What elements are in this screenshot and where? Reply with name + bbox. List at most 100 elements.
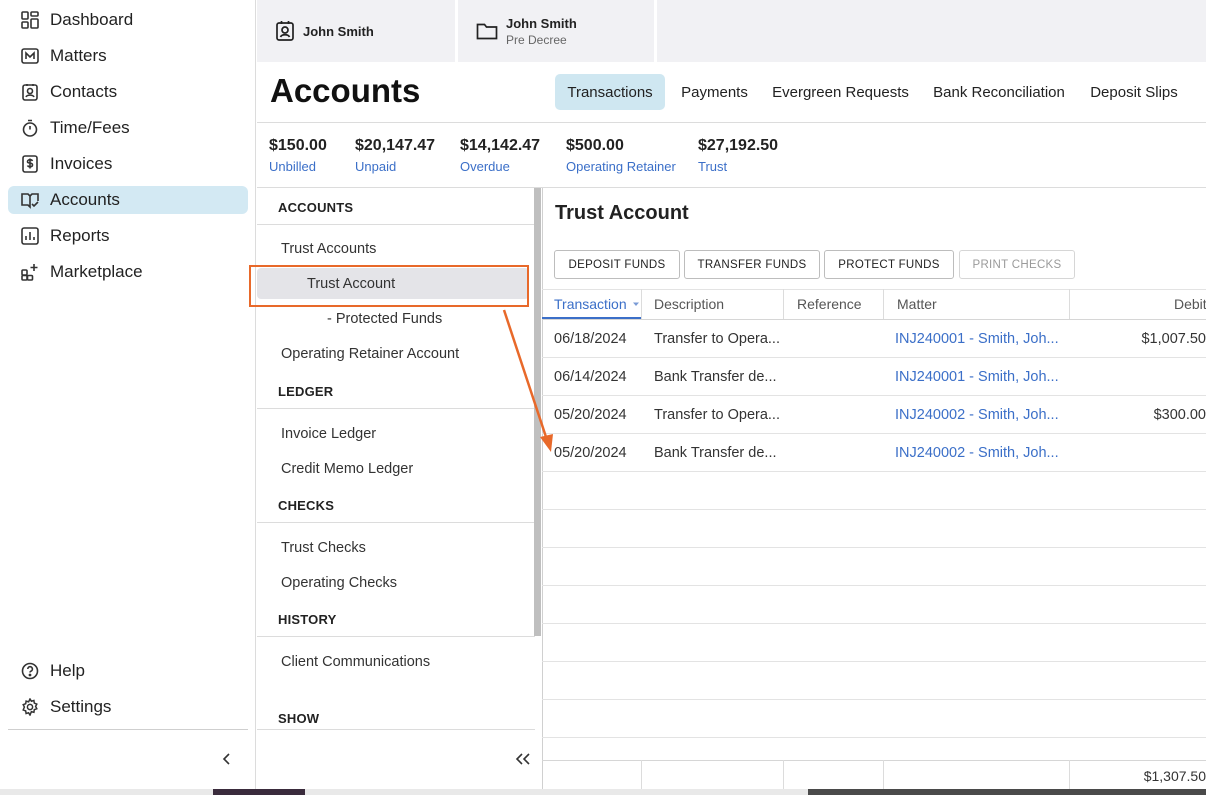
tree-item-operating-retainer[interactable]: Operating Retainer Account xyxy=(281,346,459,362)
tree-item-credit-memo-ledger[interactable]: Credit Memo Ledger xyxy=(281,461,413,477)
tree-item-client-communications[interactable]: Client Communications xyxy=(281,654,430,670)
tree-item-invoice-ledger[interactable]: Invoice Ledger xyxy=(281,426,376,442)
transfer-funds-button[interactable]: TRANSFER FUNDS xyxy=(684,250,820,279)
section-heading-history: HISTORY xyxy=(278,612,337,627)
sidebar-item-marketplace[interactable]: Marketplace xyxy=(8,258,248,286)
sidebar-item-invoices[interactable]: Invoices xyxy=(8,150,248,178)
context-tab-title: John Smith xyxy=(506,15,577,31)
sidebar-item-label: Reports xyxy=(50,226,110,245)
collapse-tree-button[interactable] xyxy=(512,749,534,769)
row-divider xyxy=(542,661,1206,662)
table-cell-date: 06/18/2024 xyxy=(554,331,627,347)
total-debit: $1,307.50 xyxy=(1143,768,1206,784)
column-header-transaction[interactable]: Transaction xyxy=(554,289,640,319)
context-tab-subtitle: Pre Decree xyxy=(506,32,567,47)
tree-item-trust-accounts[interactable]: Trust Accounts xyxy=(281,241,376,257)
stat-trust[interactable]: $27,192.50 Trust xyxy=(698,137,778,174)
double-chevron-left-icon xyxy=(515,753,530,765)
protect-funds-button[interactable]: PROTECT FUNDS xyxy=(824,250,954,279)
divider xyxy=(257,408,535,409)
tab-bank-reconciliation[interactable]: Bank Reconciliation xyxy=(925,74,1073,110)
taskbar-segment xyxy=(808,789,1206,795)
column-separator xyxy=(883,760,884,789)
table-cell-debit: $1,007.50 xyxy=(1141,331,1206,347)
table-cell-description: Transfer to Opera... xyxy=(654,331,780,347)
column-separator xyxy=(641,289,642,319)
taskbar-strip xyxy=(0,789,1206,795)
divider xyxy=(257,636,535,637)
column-separator xyxy=(1069,289,1070,319)
sidebar-item-settings[interactable]: Settings xyxy=(8,693,248,721)
sidebar-item-reports[interactable]: Reports xyxy=(8,222,248,250)
sidebar-item-label: Time/Fees xyxy=(50,118,130,137)
stat-operating-retainer[interactable]: $500.00 Operating Retainer xyxy=(566,137,676,174)
tab-deposit-slips[interactable]: Deposit Slips xyxy=(1081,74,1187,110)
sidebar-item-matters[interactable]: Matters xyxy=(8,42,248,70)
column-header-reference[interactable]: Reference xyxy=(797,289,862,319)
divider xyxy=(257,122,1206,123)
stat-value: $500.00 xyxy=(566,137,624,154)
deposit-funds-button[interactable]: DEPOSIT FUNDS xyxy=(554,250,680,279)
column-separator xyxy=(783,289,784,319)
print-checks-button[interactable]: PRINT CHECKS xyxy=(959,250,1075,279)
tree-item-trust-checks[interactable]: Trust Checks xyxy=(281,540,366,556)
column-header-description[interactable]: Description xyxy=(654,289,724,319)
row-divider xyxy=(542,395,1206,396)
stat-value: $14,142.47 xyxy=(460,137,541,154)
dollar-document-icon xyxy=(20,154,40,174)
section-heading-accounts: ACCOUNTS xyxy=(278,200,354,215)
stat-label: Operating Retainer xyxy=(566,159,676,174)
table-cell-description: Bank Transfer de... xyxy=(654,369,777,385)
divider xyxy=(257,224,535,225)
collapse-sidebar-button[interactable] xyxy=(216,748,238,770)
context-tab-title: John Smith xyxy=(303,23,374,39)
tree-item-operating-checks[interactable]: Operating Checks xyxy=(281,575,397,591)
tab-evergreen-requests[interactable]: Evergreen Requests xyxy=(764,74,917,110)
sidebar-item-contacts[interactable]: Contacts xyxy=(8,78,248,106)
sidebar: Dashboard Matters Contacts Time/Fees Inv… xyxy=(0,0,256,795)
stat-value: $20,147.47 xyxy=(355,137,436,154)
stat-overdue[interactable]: $14,142.47 Overdue xyxy=(460,137,540,174)
sidebar-item-accounts[interactable]: Accounts xyxy=(8,186,248,214)
section-heading-ledger: LEDGER xyxy=(278,384,334,399)
table-cell-description: Transfer to Opera... xyxy=(654,407,780,423)
table-cell-matter-link[interactable]: INJ240001 - Smith, Joh... xyxy=(895,369,1059,385)
tab-separator xyxy=(654,0,657,62)
folder-icon xyxy=(476,21,498,41)
contact-card-icon xyxy=(275,20,295,42)
sidebar-item-label: Matters xyxy=(50,46,107,65)
sidebar-item-dashboard[interactable]: Dashboard xyxy=(8,6,248,34)
sidebar-item-help[interactable]: Help xyxy=(8,657,248,685)
stat-unbilled[interactable]: $150.00 Unbilled xyxy=(269,137,327,174)
stat-unpaid[interactable]: $20,147.47 Unpaid xyxy=(355,137,435,174)
row-divider xyxy=(542,547,1206,548)
tab-payments[interactable]: Payments xyxy=(673,74,756,110)
sidebar-item-time-fees[interactable]: Time/Fees xyxy=(8,114,248,142)
column-header-debit[interactable]: Debit xyxy=(1174,289,1206,319)
tree-scrollbar[interactable] xyxy=(534,188,541,636)
tree-item-protected-funds[interactable]: - Protected Funds xyxy=(327,311,442,327)
sidebar-item-label: Dashboard xyxy=(50,10,134,29)
row-divider xyxy=(542,433,1206,434)
page-title: Accounts xyxy=(270,72,421,109)
table-cell-matter-link[interactable]: INJ240002 - Smith, Joh... xyxy=(895,445,1059,461)
sidebar-divider xyxy=(8,729,248,730)
stat-label: Overdue xyxy=(460,159,510,174)
section-heading-checks: CHECKS xyxy=(278,498,335,513)
tab-transactions[interactable]: Transactions xyxy=(555,74,665,110)
table-cell-matter-link[interactable]: INJ240002 - Smith, Joh... xyxy=(895,407,1059,423)
column-header-matter[interactable]: Matter xyxy=(897,289,937,319)
table-cell-matter-link[interactable]: INJ240001 - Smith, Joh... xyxy=(895,331,1059,347)
table-cell-date: 05/20/2024 xyxy=(554,407,627,423)
row-divider xyxy=(542,699,1206,700)
section-heading-show: SHOW xyxy=(278,711,320,726)
context-tab-matter[interactable]: John Smith Pre Decree xyxy=(458,0,654,62)
context-tab-contact[interactable]: John Smith xyxy=(257,0,455,62)
column-separator xyxy=(1069,760,1070,789)
stat-label: Unpaid xyxy=(355,159,397,174)
column-header-label: Transaction xyxy=(554,296,627,312)
divider xyxy=(257,729,535,730)
sidebar-item-label: Marketplace xyxy=(50,262,143,281)
row-divider xyxy=(542,357,1206,358)
book-check-icon xyxy=(20,190,40,210)
